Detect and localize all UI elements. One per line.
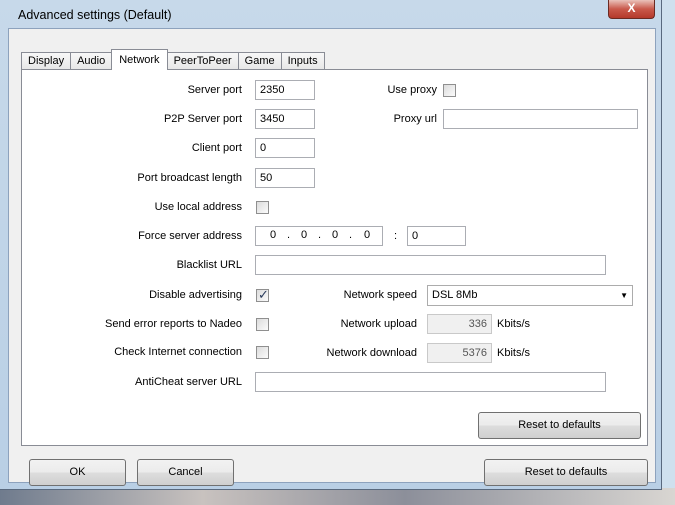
check-internet-checkbox[interactable]: [256, 346, 269, 359]
blacklist-url-label: Blacklist URL: [176, 259, 242, 271]
p2p-server-port-input[interactable]: 3450: [255, 109, 315, 129]
reset-to-defaults-button[interactable]: Reset to defaults: [484, 459, 648, 486]
network-upload-input: 336: [427, 314, 492, 334]
port-broadcast-length-input[interactable]: 50: [255, 168, 315, 188]
title-bar: Advanced settings (Default) X: [0, 0, 660, 28]
p2p-server-port-label: P2P Server port: [163, 113, 242, 125]
port-broadcast-length-label: Port broadcast length: [137, 172, 242, 184]
network-speed-select[interactable]: DSL 8Mb ▼: [427, 285, 633, 306]
tab-audio[interactable]: Audio: [70, 52, 113, 70]
ip-octet-4: 0: [364, 229, 371, 241]
ip-dot-3: .: [349, 229, 353, 241]
ip-octet-3: 0: [332, 229, 339, 241]
network-download-unit: Kbits/s: [497, 347, 531, 359]
cancel-button[interactable]: Cancel: [137, 459, 234, 486]
use-proxy-checkbox[interactable]: [443, 84, 456, 97]
close-button[interactable]: X: [608, 0, 655, 19]
network-speed-value: DSL 8Mb: [432, 289, 478, 301]
anticheat-url-input[interactable]: [255, 372, 606, 392]
ip-dot-2: .: [318, 229, 322, 241]
network-upload-label: Network upload: [340, 318, 417, 330]
send-error-reports-checkbox[interactable]: [256, 318, 269, 331]
check-internet-label: Check Internet connection: [114, 346, 242, 358]
use-local-address-checkbox[interactable]: [256, 201, 269, 214]
tab-display[interactable]: Display: [21, 52, 72, 70]
server-port-input[interactable]: 2350: [255, 80, 315, 100]
ip-octet-2: 0: [301, 229, 308, 241]
tab-peertopeer[interactable]: PeerToPeer: [166, 52, 239, 70]
tab-game[interactable]: Game: [237, 52, 282, 70]
network-speed-label: Network speed: [343, 289, 417, 301]
ip-port-separator: :: [394, 230, 398, 242]
desktop-background: [0, 488, 675, 505]
disable-advertising-checkbox[interactable]: ✓: [256, 287, 269, 302]
ok-button[interactable]: OK: [29, 459, 126, 486]
tab-inputs[interactable]: Inputs: [280, 52, 325, 70]
network-download-label: Network download: [326, 347, 418, 359]
window-title: Advanced settings (Default): [18, 8, 172, 22]
chevron-down-icon: ▼: [620, 291, 628, 300]
anticheat-url-label: AntiCheat server URL: [135, 376, 242, 388]
tab-network[interactable]: Network: [111, 49, 168, 70]
send-error-reports-label: Send error reports to Nadeo: [105, 318, 242, 330]
force-server-port-input[interactable]: 0: [407, 226, 466, 246]
network-upload-unit: Kbits/s: [497, 318, 531, 330]
proxy-url-input[interactable]: [443, 109, 638, 129]
client-port-input[interactable]: 0: [255, 138, 315, 158]
force-server-address-ip-input[interactable]: 0 . 0 . 0 . 0: [255, 226, 383, 246]
force-server-address-label: Force server address: [138, 230, 242, 242]
checkmark-icon: ✓: [258, 287, 269, 302]
ip-dot-1: .: [287, 229, 291, 241]
disable-advertising-label: Disable advertising: [149, 289, 242, 301]
proxy-url-label: Proxy url: [393, 113, 437, 125]
use-proxy-label: Use proxy: [387, 84, 437, 96]
server-port-label: Server port: [187, 84, 242, 96]
client-port-label: Client port: [191, 142, 242, 154]
network-reset-button[interactable]: Reset to defaults: [478, 412, 641, 439]
use-local-address-label: Use local address: [154, 201, 242, 213]
tab-strip: Display Audio Network PeerToPeer Game In…: [21, 49, 325, 70]
ip-octet-1: 0: [270, 229, 277, 241]
network-download-input: 5376: [427, 343, 492, 363]
blacklist-url-input[interactable]: [255, 255, 606, 275]
